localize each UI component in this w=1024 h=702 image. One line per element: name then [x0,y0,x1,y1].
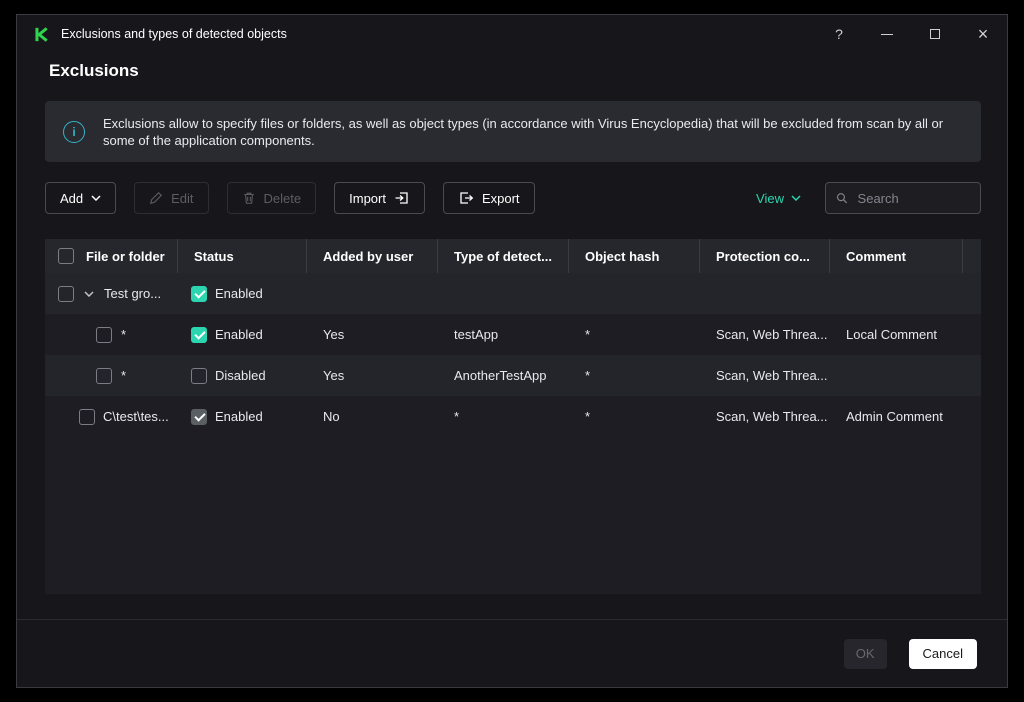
close-button[interactable]: × [975,26,991,42]
delete-button[interactable]: Delete [227,182,317,214]
maximize-icon [930,29,940,39]
protection-components-value: Scan, Web Threa... [700,314,830,355]
comment-value [830,355,963,396]
status-label: Enabled [215,409,263,424]
search-box [825,182,981,214]
column-header-type-of-detected[interactable]: Type of detect... [438,239,569,273]
export-button[interactable]: Export [443,182,535,214]
add-button[interactable]: Add [45,182,116,214]
edit-button[interactable]: Edit [134,182,208,214]
expand-chevron-icon[interactable] [84,291,94,297]
type-of-detected-value: testApp [438,314,569,355]
import-button[interactable]: Import [334,182,425,214]
info-icon: i [63,121,85,143]
minimize-button[interactable] [879,26,895,42]
column-header-object-hash[interactable]: Object hash [569,239,700,273]
table-row[interactable]: * Enabled Yes testApp * Scan, Web Threa.… [45,314,981,355]
chevron-down-icon [91,195,101,201]
kaspersky-logo-icon [33,26,50,43]
edit-button-label: Edit [171,191,193,206]
import-button-label: Import [349,191,386,206]
view-dropdown-label: View [756,191,784,206]
help-button[interactable]: ? [831,26,847,42]
table-header: File or folder Status Added by user Type… [45,239,981,273]
column-header-file-or-folder[interactable]: File or folder [45,239,178,273]
column-header-added-by-user[interactable]: Added by user [307,239,438,273]
maximize-button[interactable] [927,26,943,42]
row-select-checkbox[interactable] [96,327,112,343]
exclusions-window: Exclusions and types of detected objects… [16,14,1008,688]
info-banner: i Exclusions allow to specify files or f… [45,101,981,162]
table-row[interactable]: * Disabled Yes AnotherTestApp * Scan, We… [45,355,981,396]
object-hash-value: * [569,355,700,396]
cancel-button[interactable]: Cancel [909,639,977,669]
added-by-user-value: Yes [307,314,438,355]
window-title: Exclusions and types of detected objects [61,27,287,41]
file-or-folder-value: C\test\tes... [103,409,169,424]
protection-components-value: Scan, Web Threa... [700,396,830,437]
comment-value: Admin Comment [830,396,963,437]
added-by-user-value: No [307,396,438,437]
delete-button-label: Delete [264,191,302,206]
file-or-folder-value: Test gro... [104,286,161,301]
exclusions-table: File or folder Status Added by user Type… [45,239,981,594]
add-button-label: Add [60,191,83,206]
trash-icon [242,191,256,205]
view-dropdown[interactable]: View [756,191,801,206]
minimize-icon [881,34,893,35]
status-label: Disabled [215,368,266,383]
column-header-status[interactable]: Status [178,239,307,273]
export-button-label: Export [482,191,520,206]
column-header-protection-components[interactable]: Protection co... [700,239,830,273]
export-icon [458,190,474,206]
row-select-checkbox[interactable] [96,368,112,384]
status-checkbox[interactable] [191,368,207,384]
table-row-group[interactable]: Test gro... Enabled [45,273,981,314]
import-icon [394,190,410,206]
info-banner-text: Exclusions allow to specify files or fol… [103,115,961,149]
dialog-footer: OK Cancel [17,619,1007,687]
pencil-icon [149,191,163,205]
protection-components-value: Scan, Web Threa... [700,355,830,396]
file-or-folder-value: * [121,327,126,342]
type-of-detected-value: AnotherTestApp [438,355,569,396]
toolbar: Add Edit Delete Import Export View [45,182,981,214]
search-icon [836,191,848,205]
added-by-user-value: Yes [307,355,438,396]
search-input[interactable] [856,190,970,207]
status-label: Enabled [215,286,263,301]
page-title: Exclusions [49,61,139,81]
column-header-comment[interactable]: Comment [830,239,963,273]
table-row[interactable]: C\test\tes... Enabled No * * Scan, Web T… [45,396,981,437]
ok-button[interactable]: OK [844,639,887,669]
row-select-checkbox[interactable] [79,409,95,425]
comment-value: Local Comment [830,314,963,355]
object-hash-value: * [569,314,700,355]
status-checkbox[interactable] [191,409,207,425]
object-hash-value: * [569,396,700,437]
chevron-down-icon [791,195,801,201]
file-or-folder-value: * [121,368,126,383]
status-checkbox[interactable] [191,327,207,343]
title-bar: Exclusions and types of detected objects… [17,15,1007,53]
status-label: Enabled [215,327,263,342]
select-all-checkbox[interactable] [58,248,74,264]
row-select-checkbox[interactable] [58,286,74,302]
status-checkbox[interactable] [191,286,207,302]
column-header-spacer [963,239,981,273]
type-of-detected-value: * [438,396,569,437]
